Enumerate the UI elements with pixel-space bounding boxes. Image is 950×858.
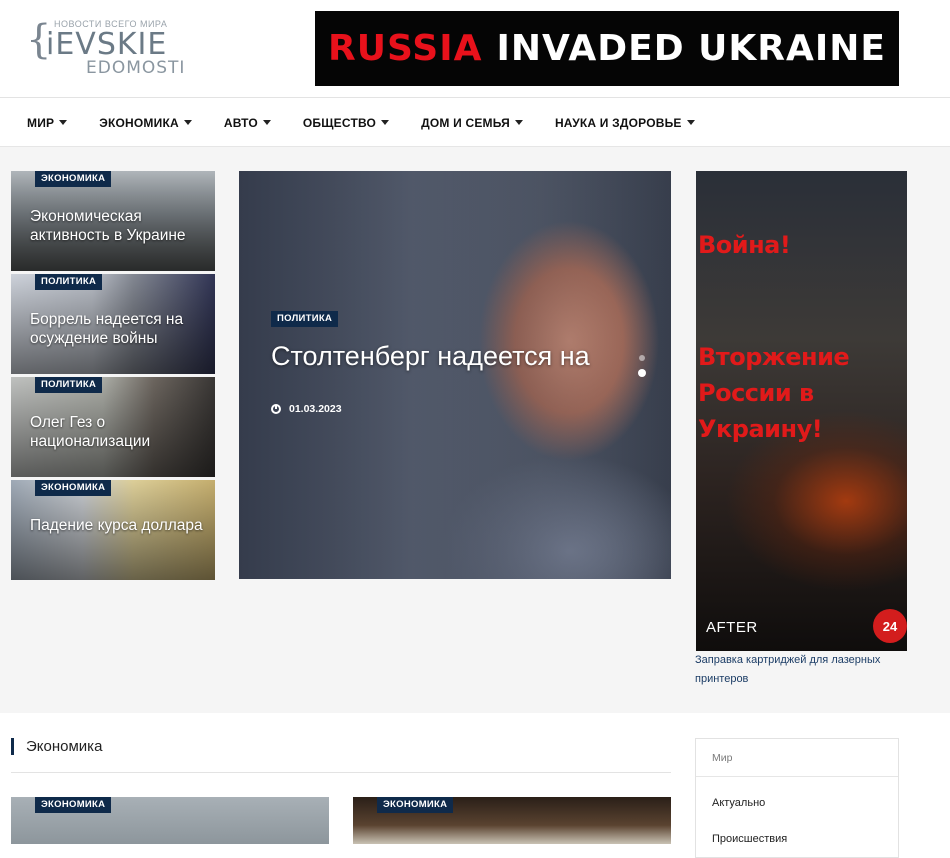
widget-link[interactable]: Актуально [696, 797, 765, 809]
nav-item-economy[interactable]: ЭКОНОМИКА [99, 116, 192, 130]
ad-caption-link[interactable]: Заправка картриджей для лазерных принтер… [695, 651, 905, 689]
main-nav: МИР ЭКОНОМИКА АВТО ОБЩЕСТВО ДОМ И СЕМЬЯ … [0, 99, 950, 147]
nav-item-auto[interactable]: АВТО [224, 116, 271, 130]
slider-dots [638, 355, 646, 385]
nav-label: МИР [27, 115, 55, 130]
post-date: 01.03.2023 [271, 403, 342, 415]
nav-label: ЭКОНОМИКА [99, 115, 179, 130]
slider-dot-active[interactable] [638, 369, 646, 377]
article-tile[interactable]: ЭКОНОМИКА [353, 797, 671, 844]
side-post[interactable]: ПОЛИТИКА Олег Гез о национализации [11, 377, 215, 477]
category-badge[interactable]: ЭКОНОМИКА [377, 797, 454, 813]
category-badge[interactable]: ПОЛИТИКА [35, 274, 103, 290]
site-header: НОВОСТИ ВСЕГО МИРА { iEVSKIE EDOMOSTI RU… [0, 0, 950, 98]
nav-item-society[interactable]: ОБЩЕСТВО [302, 115, 390, 130]
chevron-down-icon [262, 120, 271, 125]
nav-label: ОБЩЕСТВО [302, 115, 377, 130]
nav-label: НАУКА И ЗДОРОВЬЕ [554, 115, 682, 130]
ad-banner[interactable]: Война! Вторжение России в Украину! AFTER… [696, 171, 907, 651]
header-banner[interactable]: RUSSIA INVADED UKRAINE [315, 11, 899, 86]
category-badge[interactable]: ЭКОНОМИКА [35, 480, 112, 496]
widget-title: Мир [696, 739, 898, 777]
category-badge[interactable]: ЭКОНОМИКА [35, 171, 112, 187]
ad-line: Война! [698, 231, 791, 259]
ad-line: Вторжение [698, 343, 850, 371]
ad-after-label: AFTER [706, 619, 758, 636]
widget-link[interactable]: Происшествия [696, 833, 787, 845]
ad-line: России в [698, 379, 814, 407]
side-post[interactable]: ПОЛИТИКА Боррель надеется на осуждение в… [11, 274, 215, 374]
logo-line2: EDOMOSTI [86, 58, 186, 78]
channel-logo-icon: 24 [873, 609, 907, 643]
nav-item-science-health[interactable]: НАУКА И ЗДОРОВЬЕ [555, 116, 695, 130]
featured-title[interactable]: Столтенберг надеется на [271, 341, 590, 372]
ad-line: Украину! [698, 415, 823, 443]
chevron-down-icon [686, 120, 695, 125]
chevron-down-icon [59, 120, 68, 125]
category-widget: Мир Актуально Происшествия [695, 738, 899, 858]
category-badge[interactable]: ПОЛИТИКА [35, 377, 103, 393]
side-post[interactable]: ЭКОНОМИКА Падение курса доллара [11, 480, 215, 580]
nav-label: ДОМ И СЕМЬЯ [421, 115, 510, 130]
banner-red-text: RUSSIA [328, 28, 483, 69]
post-title[interactable]: Падение курса доллара [30, 516, 210, 535]
post-title[interactable]: Боррель надеется на осуждение войны [30, 310, 210, 348]
category-badge[interactable]: ПОЛИТИКА [271, 311, 339, 327]
logo-line1: iEVSKIE [46, 27, 168, 62]
nav-item-home-family[interactable]: ДОМ И СЕМЬЯ [421, 116, 523, 130]
clock-icon [271, 404, 281, 414]
post-title[interactable]: Олег Гез о национализации [30, 413, 210, 451]
post-date-text: 01.03.2023 [289, 403, 342, 415]
side-post[interactable]: ЭКОНОМИКА Экономическая активность в Укр… [11, 171, 215, 271]
banner-white-text: INVADED UKRAINE [496, 28, 886, 69]
featured-post[interactable]: ПОЛИТИКА Столтенберг надеется на 01.03.2… [239, 171, 671, 579]
site-logo[interactable]: НОВОСТИ ВСЕГО МИРА { iEVSKIE EDOMOSTI [26, 14, 184, 80]
slider-dot[interactable] [639, 355, 645, 361]
nav-item-mir[interactable]: МИР [27, 115, 68, 130]
chevron-down-icon [381, 120, 390, 125]
chevron-down-icon [183, 120, 192, 125]
nav-label: АВТО [223, 115, 258, 130]
hero-section: ЭКОНОМИКА Экономическая активность в Укр… [0, 147, 950, 713]
article-tile[interactable]: ЭКОНОМИКА [11, 797, 329, 844]
category-badge[interactable]: ЭКОНОМИКА [35, 797, 112, 813]
divider [11, 772, 671, 773]
chevron-down-icon [514, 120, 523, 125]
section-title: Экономика [11, 738, 102, 755]
post-title[interactable]: Экономическая активность в Украине [30, 207, 210, 245]
